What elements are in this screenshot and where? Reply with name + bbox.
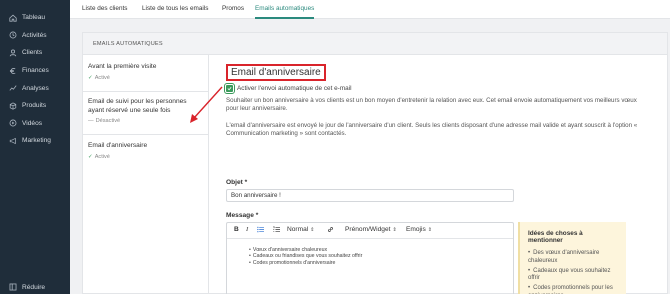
tip-item: Cadeaux que vous souhaitez offrir (528, 268, 619, 284)
status-badge: ✓ Activé (88, 154, 203, 160)
sidebar-item-label: Analyses (22, 84, 49, 92)
format-select-label: Normal (287, 226, 309, 233)
bullet-list-icon (257, 226, 264, 233)
message-line: Codes promotionnels d'anniversaire (249, 260, 513, 266)
tips-list: Des vœux d'anniversaire chaleureux Cadea… (528, 250, 619, 294)
emoji-select-label: Emojis (406, 226, 426, 233)
subject-field[interactable] (226, 189, 514, 202)
euro-icon (8, 66, 18, 76)
tab-liste-clients[interactable]: Liste des clients (82, 0, 127, 19)
link-button[interactable] (327, 226, 334, 233)
tip-item: Codes promotionnels pour les anniversair… (528, 285, 619, 294)
sidebar-item-label: Produits (22, 102, 47, 110)
email-list: Avant la première visite ✓ Activé Email … (83, 55, 209, 293)
info-paragraph: L'email d'anniversaire est envoyé le jou… (226, 122, 638, 138)
email-detail: Email d'anniversaire Activer l'envoi aut… (224, 55, 657, 294)
toggle-label: Activer l'envoi automatique de cet e-mai… (237, 85, 352, 92)
home-icon (8, 13, 18, 23)
sidebar-item-tableau[interactable]: Tableau (0, 9, 70, 27)
format-select[interactable]: Normal ⇕ (287, 226, 314, 233)
numbered-list-icon (273, 226, 280, 233)
sidebar-item-label: Clients (22, 49, 43, 57)
link-icon (328, 227, 333, 232)
divider (83, 134, 208, 135)
emails-automatiques-card: EMAILS AUTOMATIQUES Avant la première vi… (82, 32, 668, 294)
tips-box: Idées de choses à mentionner Des vœux d'… (518, 222, 626, 294)
tip-item: Des vœux d'anniversaire chaleureux (528, 250, 619, 266)
list-item[interactable]: Email d'anniversaire ✓ Activé (83, 142, 208, 160)
tab-promos[interactable]: Promos (222, 0, 244, 19)
variable-select[interactable]: Prénom/Widget ⇕ (345, 226, 397, 233)
divider (83, 91, 208, 92)
sidebar-item-analyses[interactable]: Analyses (0, 79, 70, 97)
sidebar-item-label: Marketing (22, 137, 51, 145)
status-badge: ✓ Activé (88, 75, 203, 81)
status-label: Activé (94, 74, 110, 81)
tab-liste-emails[interactable]: Liste de tous les emails (142, 0, 208, 19)
sidebar-item-label: Finances (22, 67, 49, 75)
sidebar-item-finances[interactable]: Finances (0, 62, 70, 80)
description-paragraph: Souhaiter un bon anniversaire à vos clie… (226, 97, 637, 113)
sidebar-item-activites[interactable]: Activités (0, 27, 70, 45)
list-item-title: Email d'anniversaire (88, 142, 148, 149)
variable-select-label: Prénom/Widget (345, 226, 391, 233)
status-label: Désactivé (95, 118, 121, 124)
tips-title: Idées de choses à mentionner (528, 230, 583, 244)
collapse-button[interactable]: Réduire (0, 280, 70, 294)
sidebar-item-marketing[interactable]: Marketing (0, 132, 70, 150)
sidebar-item-clients[interactable]: Clients (0, 44, 70, 62)
collapse-label: Réduire (22, 283, 46, 291)
subject-label: Objet * (226, 179, 248, 186)
megaphone-icon (8, 136, 18, 146)
box-icon (8, 101, 18, 111)
list-item[interactable]: Email de suivi pour les personnes ayant … (83, 98, 208, 124)
sidebar-item-label: Activités (22, 31, 47, 39)
numbered-list-button[interactable] (273, 226, 280, 233)
chevron-updown-icon: ⇕ (427, 226, 432, 233)
chevron-updown-icon: ⇕ (310, 226, 315, 233)
list-item[interactable]: Avant la première visite ✓ Activé (83, 63, 208, 81)
sidebar-item-label: Vidéos (22, 119, 43, 127)
chart-icon (8, 83, 18, 93)
card-header: EMAILS AUTOMATIQUES (83, 33, 667, 55)
message-editor[interactable]: B I Normal ⇕ Prénom/Widget ⇕ Emojis ⇕ • … (226, 222, 514, 294)
top-tabs: Liste des clients Liste de tous les emai… (70, 0, 670, 19)
dash-icon: — (88, 118, 94, 124)
sidebar-item-produits[interactable]: Produits (0, 97, 70, 115)
list-item-title: Avant la première visite (88, 63, 157, 70)
check-icon: ✓ (88, 153, 93, 160)
sidebar-item-videos[interactable]: Vidéos (0, 115, 70, 133)
user-icon (8, 48, 18, 58)
editor-content[interactable]: Vœux d'anniversaire chaleureux Cadeaux o… (227, 239, 513, 266)
sidebar-collapse[interactable]: Réduire (0, 280, 70, 294)
activity-icon (8, 30, 18, 40)
sidebar-nav: Tableau Activités Clients Finances Analy… (0, 9, 70, 150)
italic-button[interactable]: I (246, 226, 248, 233)
chevron-updown-icon: ⇕ (392, 226, 397, 233)
enable-toggle[interactable]: Activer l'envoi automatique de cet e-mai… (224, 83, 352, 94)
sidebar: Tableau Activités Clients Finances Analy… (0, 0, 70, 294)
sidebar-item-label: Tableau (22, 14, 46, 22)
editor-toolbar: B I Normal ⇕ Prénom/Widget ⇕ Emojis ⇕ (227, 223, 513, 239)
bullet-list-button[interactable] (257, 226, 264, 233)
bold-button[interactable]: B (234, 226, 239, 233)
checkbox[interactable] (224, 83, 235, 94)
collapse-icon (8, 282, 18, 292)
check-icon: ✓ (88, 74, 93, 81)
list-item-title: Email de suivi pour les personnes ayant … (88, 98, 187, 114)
video-icon (8, 118, 18, 128)
emoji-select[interactable]: Emojis ⇕ (406, 226, 432, 233)
message-label: Message * (226, 212, 259, 219)
status-label: Activé (94, 153, 110, 160)
page-title: Email d'anniversaire (226, 64, 326, 81)
status-badge: — Désactivé (88, 118, 203, 124)
tab-emails-automatiques[interactable]: Emails automatiques (255, 0, 315, 19)
